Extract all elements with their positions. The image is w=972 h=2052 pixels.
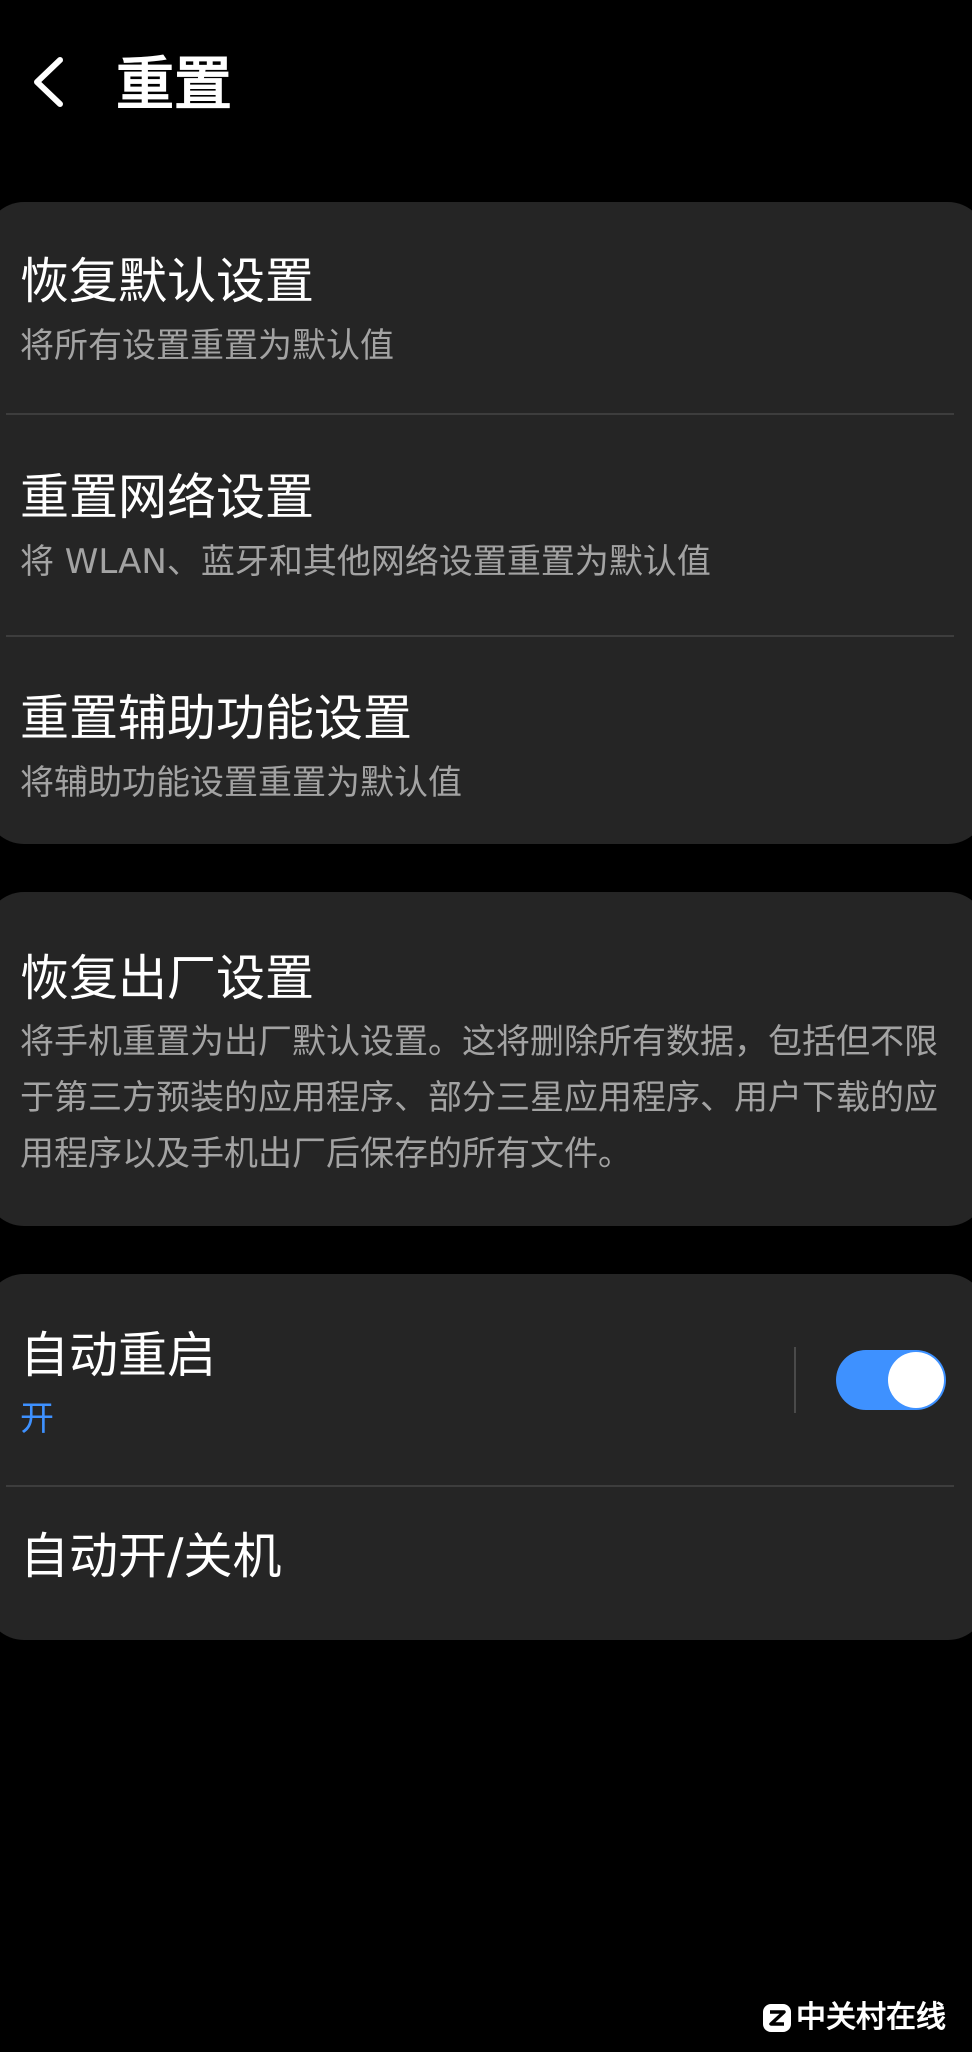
zol-logo-icon <box>763 2004 791 2032</box>
item-title: 重置辅助功能设置 <box>20 690 413 747</box>
item-title: 恢复出厂设置 <box>20 950 315 1007</box>
factory-reset-card: 恢复出厂设置 将手机重置为出厂默认设置。这将删除所有数据，包括但不限于第三方预装… <box>0 892 972 1226</box>
watermark: 中关村在线 <box>762 1996 946 2040</box>
factory-reset-item[interactable]: 恢复出厂设置 将手机重置为出厂默认设置。这将删除所有数据，包括但不限于第三方预装… <box>0 892 958 1226</box>
item-title: 重置网络设置 <box>20 469 315 526</box>
toggle-knob <box>888 1352 944 1408</box>
auto-power-item[interactable]: 自动开/关机 <box>0 1487 958 1640</box>
item-subtitle: 将辅助功能设置重置为默认值 <box>20 763 462 803</box>
back-button[interactable] <box>10 44 86 120</box>
reset-options-card: 恢复默认设置 将所有设置重置为默认值 重置网络设置 将 WLAN、蓝牙和其他网络… <box>0 202 972 844</box>
top-app-bar: 重置 <box>0 0 972 170</box>
page-title: 重置 <box>116 50 233 118</box>
chevron-left-icon <box>34 57 63 107</box>
item-title: 自动重启 <box>20 1327 217 1384</box>
reset-accessibility-settings-item[interactable]: 重置辅助功能设置 将辅助功能设置重置为默认值 <box>0 637 958 844</box>
reset-network-settings-item[interactable]: 重置网络设置 将 WLAN、蓝牙和其他网络设置重置为默认值 <box>0 415 958 637</box>
item-title: 恢复默认设置 <box>20 253 315 310</box>
watermark-text: 中关村在线 <box>796 2000 946 2035</box>
item-title: 自动开/关机 <box>20 1528 282 1585</box>
auto-restart-toggle[interactable] <box>836 1350 946 1410</box>
auto-options-card: 自动重启 开 自动开/关机 <box>0 1274 972 1640</box>
item-description: 将手机重置为出厂默认设置。这将删除所有数据，包括但不限于第三方预装的应用程序、部… <box>20 1022 938 1174</box>
reset-all-settings-item[interactable]: 恢复默认设置 将所有设置重置为默认值 <box>0 202 958 413</box>
item-subtitle: 将 WLAN、蓝牙和其他网络设置重置为默认值 <box>20 542 711 582</box>
item-subtitle: 将所有设置重置为默认值 <box>20 326 394 366</box>
auto-restart-item[interactable]: 自动重启 开 <box>0 1274 958 1485</box>
vertical-separator <box>794 1347 796 1413</box>
auto-restart-status: 开 <box>20 1399 54 1439</box>
